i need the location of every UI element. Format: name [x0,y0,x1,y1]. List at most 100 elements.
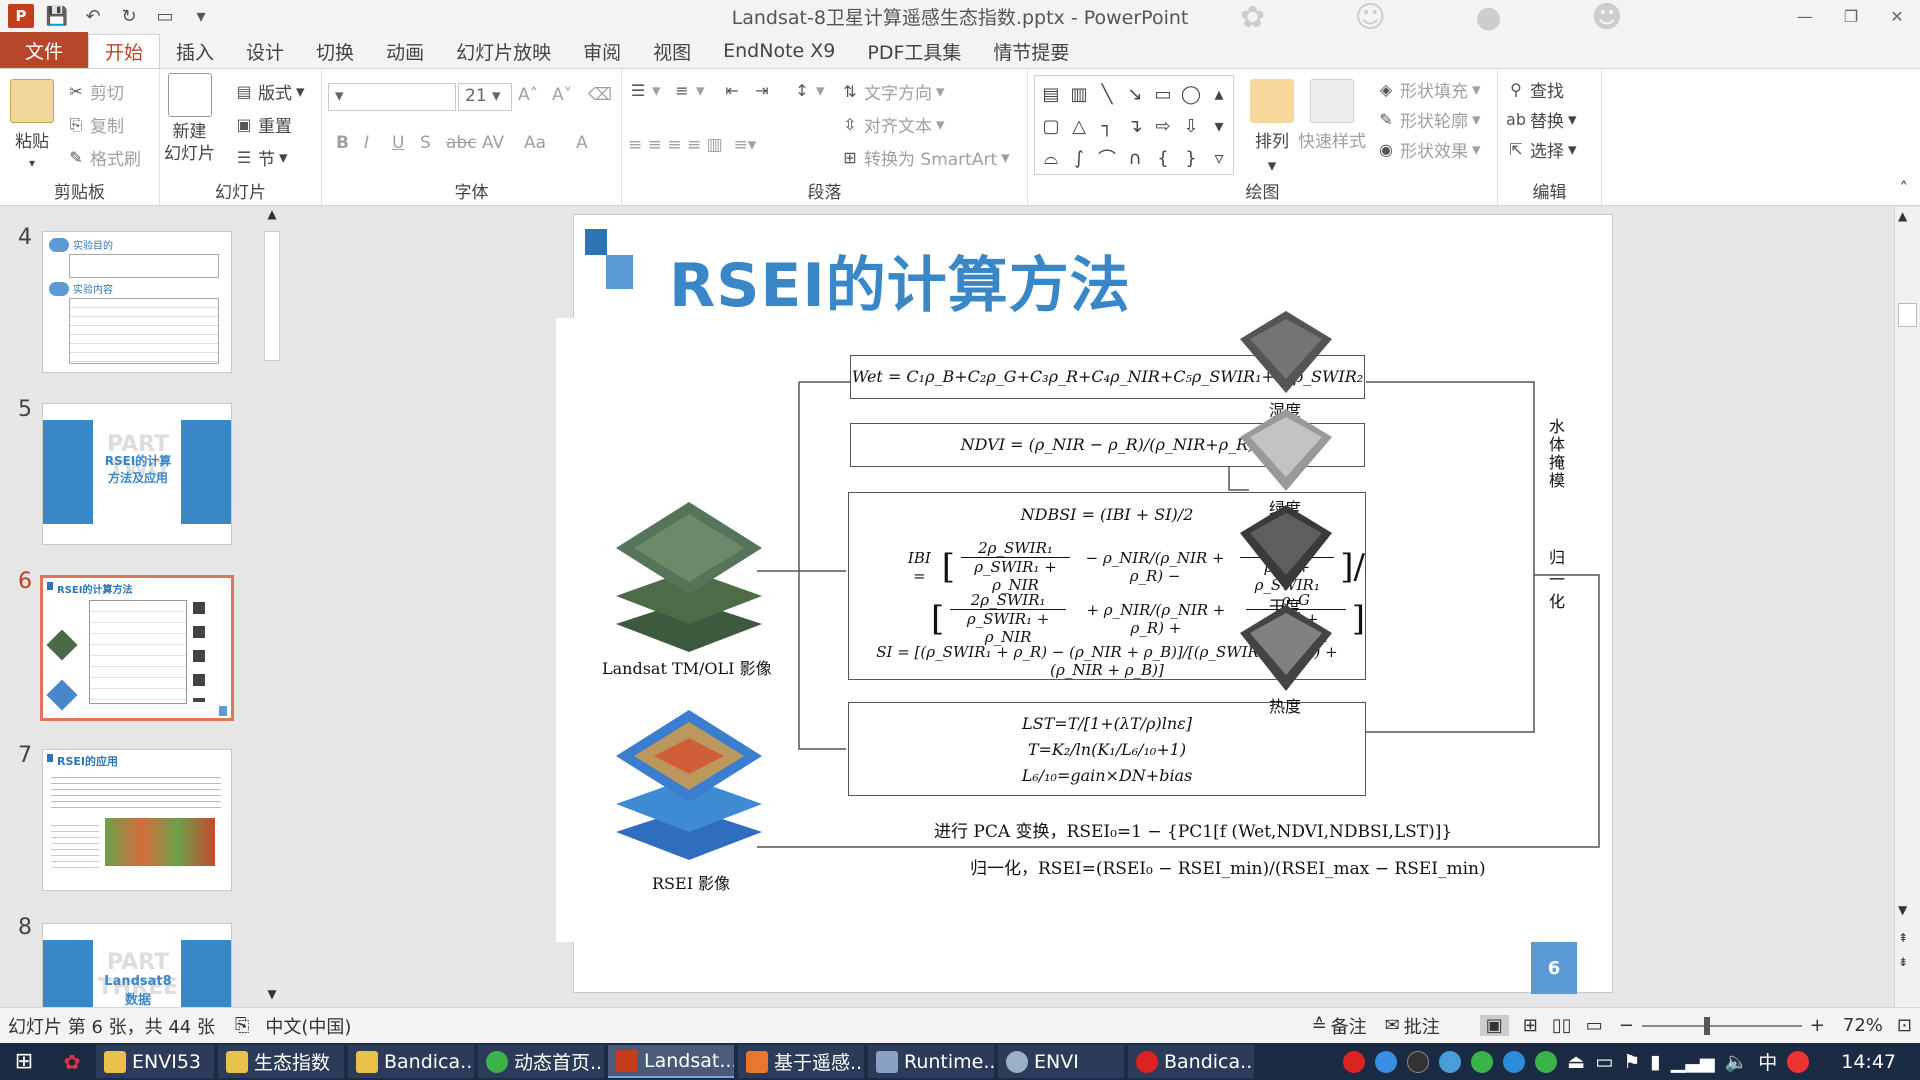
thumbnail-slide-7[interactable]: RSEI的应用 [42,749,232,891]
scroll-down-icon[interactable]: ▼ [262,987,282,1007]
tab-insert[interactable]: 插入 [160,34,230,68]
replace-button[interactable]: ab 替换 ▾ [1506,107,1577,133]
right-brace-icon[interactable]: } [1178,143,1204,173]
line-icon[interactable]: ╲ [1094,79,1120,109]
right-arrow-icon[interactable]: ⇨ [1150,111,1176,141]
display-tray-icon[interactable]: ▭ [1595,1051,1613,1073]
taskbar-item-bandicam-folder[interactable]: Bandica... [348,1045,474,1078]
vtextbox-icon[interactable]: ▥ [1066,79,1092,109]
rectangle-icon[interactable]: ▭ [1150,79,1176,109]
zoom-level[interactable]: 72% [1843,1015,1883,1036]
scroll-thumb[interactable] [264,231,280,361]
zoom-in-icon[interactable]: + [1810,1015,1825,1036]
taskbar-item-runtime[interactable]: Runtime... [868,1045,994,1078]
normalization-formula[interactable]: 归一化，RSEI=(RSEI₀ − RSEI_min)/(RSEI_max − … [970,854,1486,879]
thumbnail-scrollbar[interactable]: ▲ ▼ [262,207,282,1007]
font-color-button[interactable]: A [576,133,588,153]
gallery-down-icon[interactable]: ▾ [1206,111,1232,141]
line-spacing-button[interactable]: ↕ ▾ [792,81,824,101]
shrink-font-button[interactable]: A˅ [552,85,572,105]
tab-animations[interactable]: 动画 [370,34,440,68]
elbow-icon[interactable]: ┐ [1094,111,1120,141]
zoom-out-icon[interactable]: − [1619,1015,1634,1036]
arrange-button[interactable]: 排列 ▾ [1250,79,1294,176]
editor-scrollbar[interactable]: ▲ ▼ ⇞ ⇟ [1894,207,1920,1007]
paste-button[interactable]: 粘贴 ▾ [10,79,54,170]
tab-design[interactable]: 设计 [230,34,300,68]
italic-button[interactable]: I [364,133,369,153]
tab-pdf-tools[interactable]: PDF工具集 [851,34,977,68]
shapes-gallery[interactable]: ▤ ▥ ╲ ↘ ▭ ◯ ▴ ▢ △ ┐ ↴ ⇨ ⇩ ▾ ⌓ ∫ ⌒ ∩{} ▿ [1034,75,1234,175]
humidity-image[interactable] [1238,309,1334,395]
align-text-button[interactable]: ⇳ 对齐文本 ▾ [840,112,944,138]
zoom-slider[interactable] [1641,1016,1802,1035]
shadow-button[interactable]: S [420,133,431,153]
network-tray-icon[interactable] [1375,1050,1398,1073]
pca-formula[interactable]: 进行 PCA 变换，RSEI₀=1 − {PC1[f (Wet,NDVI,NDB… [934,817,1452,842]
font-name-combo[interactable]: ▾ [328,83,456,111]
new-slide-button[interactable]: 新建 幻灯片 [164,73,215,165]
undo-icon[interactable]: ↶ [80,4,106,28]
battery-tray-icon[interactable]: ▮ [1650,1051,1660,1073]
rounded-rect-icon[interactable]: ▢ [1038,111,1064,141]
taskbar-item-browser[interactable]: 动态首页... [478,1045,604,1078]
smartart-button[interactable]: ⊞ 转换为 SmartArt ▾ [840,145,1009,171]
copy-button[interactable]: ⎘ 复制 [66,112,124,138]
format-painter-button[interactable]: ✎ 格式刷 [66,145,141,171]
heat-image[interactable] [1238,603,1334,693]
fit-to-window-icon[interactable]: ⊡ [1897,1015,1912,1036]
present-icon[interactable]: ▭ [152,4,178,28]
char-spacing-button[interactable]: AV [482,133,504,153]
arc-icon[interactable]: ⌒ [1094,143,1120,173]
app-launcher-icon[interactable]: ✿ [48,1050,96,1074]
normal-view-icon[interactable]: ▣ [1479,1015,1509,1036]
tab-storyboard[interactable]: 情节提要 [977,34,1085,68]
freeform-icon[interactable]: ⌓ [1038,143,1064,173]
text-direction-button[interactable]: ⇅ 文字方向 ▾ [840,79,944,105]
scribble-icon[interactable]: ∫ [1066,143,1092,173]
close-icon[interactable]: ✕ [1874,0,1920,32]
arrow-line-icon[interactable]: ↘ [1122,79,1148,109]
elbow-arrow-icon[interactable]: ↴ [1122,111,1148,141]
signal-tray-icon[interactable]: ▁▃▅ [1671,1051,1715,1073]
redo-icon[interactable]: ↻ [116,4,142,28]
clock[interactable]: 14:47 [1841,1051,1896,1073]
gallery-more-icon[interactable]: ▿ [1206,143,1232,173]
security-tray-icon[interactable] [1471,1050,1494,1073]
thumbnail-slide-5[interactable]: PART TWO RSEI的计算方法及应用 [42,403,232,545]
taskbar-item-ecoindex[interactable]: 生态指数 [218,1045,344,1078]
scroll-up-icon[interactable]: ▲ [262,207,282,227]
thumbnail-slide-6[interactable]: RSEI的计算方法 [40,575,234,721]
grow-font-button[interactable]: A˄ [518,85,538,105]
gallery-up-icon[interactable]: ▴ [1206,79,1232,109]
sogou-tray-icon[interactable] [1787,1050,1810,1073]
increase-indent-button[interactable]: ⇥ [752,81,772,101]
align-buttons[interactable]: ≡ ≡ ≡ ≡ ▥ ≡▾ [628,135,756,155]
previous-slide-icon[interactable]: ⇞ [1898,931,1908,945]
next-slide-icon[interactable]: ⇟ [1898,955,1908,969]
reading-view-icon[interactable]: ▯▯ [1552,1015,1572,1036]
scroll-down-icon[interactable]: ▼ [1898,903,1907,917]
zoom-slider-thumb[interactable] [1703,1016,1710,1035]
bullets-button[interactable]: ☰ ▾ [628,81,661,101]
slide-sorter-icon[interactable]: ⊞ [1523,1015,1538,1036]
slide-canvas[interactable]: RSEI的计算方法 Wet = C₁ρ_B+C₂ρ_G+C₃ρ_R+C₄ρ_NI… [556,214,1613,994]
chat-tray-icon[interactable] [1503,1050,1526,1073]
save-icon[interactable]: 💾 [44,4,70,28]
taskbar-item-powerpoint[interactable]: Landsat... [608,1045,734,1078]
thumbnail-slide-8[interactable]: PART THREE Landsat8 数据 [42,923,232,1007]
volume-tray-icon[interactable]: 🔈 [1725,1050,1749,1073]
bold-button[interactable]: B [336,133,349,153]
collapse-ribbon-icon[interactable]: ˄ [1900,179,1909,199]
shape-outline-button[interactable]: ✎ 形状轮廓 ▾ [1376,107,1480,133]
scroll-up-icon[interactable]: ▲ [1898,209,1907,223]
quick-styles-button[interactable]: 快速样式 [1298,79,1366,152]
numbering-button[interactable]: ≡ ▾ [672,81,704,101]
windows-start-icon[interactable]: ⊞ [0,1049,48,1074]
textbox-icon[interactable]: ▤ [1038,79,1064,109]
thumbnail-slide-4[interactable]: 实验目的 实验内容 [42,231,232,373]
tab-review[interactable]: 审阅 [567,34,637,68]
usb-tray-icon[interactable]: ⏏ [1567,1051,1585,1073]
oval-icon[interactable]: ◯ [1178,79,1204,109]
minimize-icon[interactable]: — [1782,0,1828,32]
